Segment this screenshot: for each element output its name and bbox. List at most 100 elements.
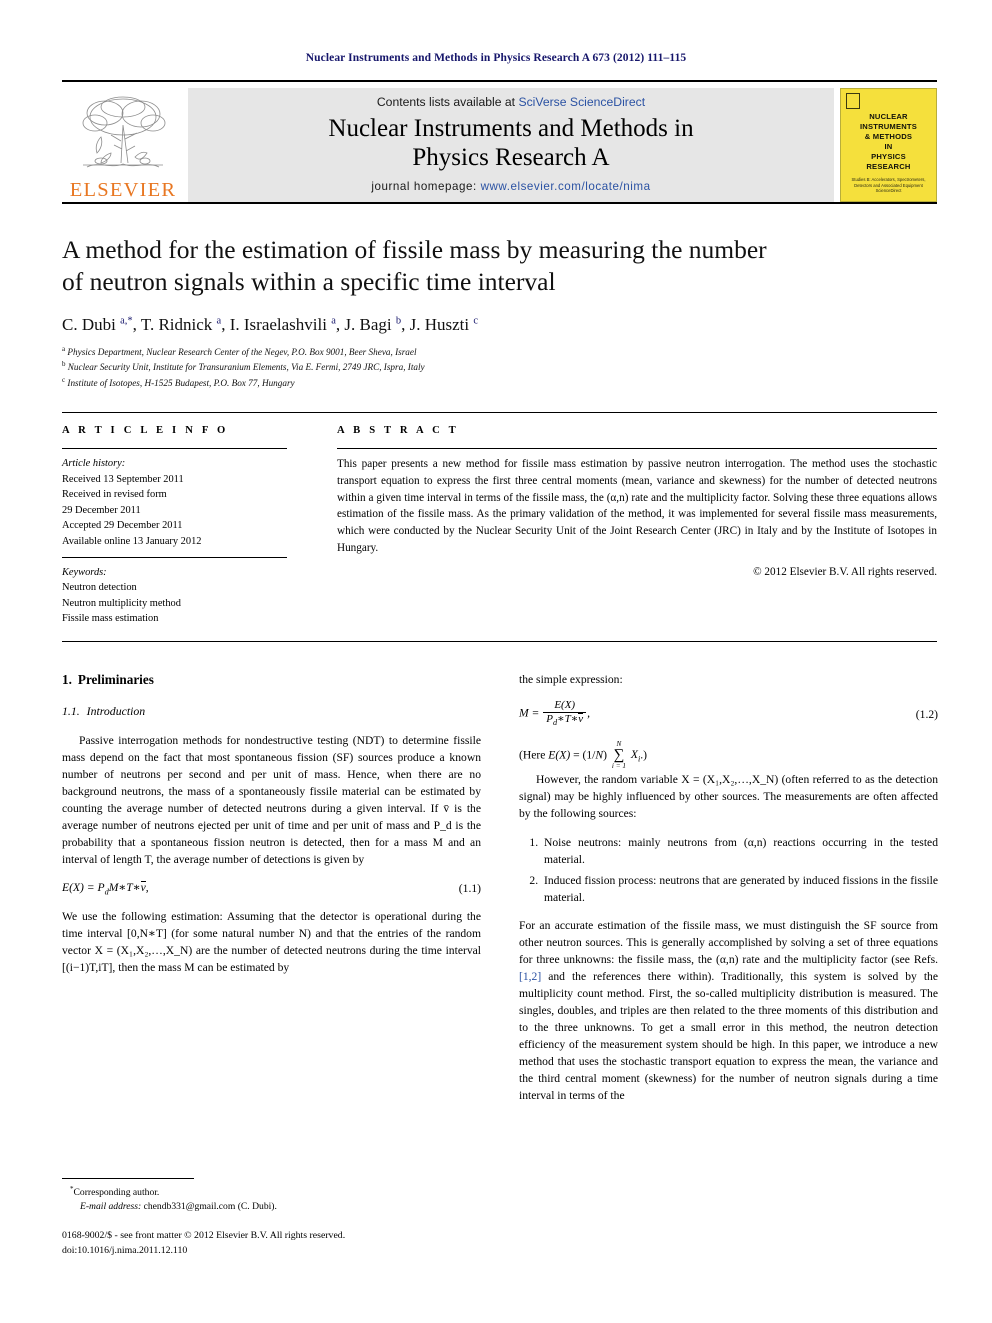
- equation-number: (1.2): [915, 707, 938, 721]
- keyword-item: Neutron detection: [62, 582, 137, 594]
- fraction: E(X) Pd∗T∗v: [543, 699, 587, 728]
- keywords-block: Keywords: Neutron detection Neutron mult…: [62, 565, 287, 627]
- abstract-heading: A B S T R A C T: [337, 424, 459, 436]
- numbered-list: Noise neutrons: mainly neutrons from (α,…: [519, 835, 938, 907]
- cover-title-line: INSTRUMENTS: [859, 122, 918, 132]
- cover-publisher-mark: [846, 93, 860, 109]
- paragraph-part-b: and the references there within). Tradit…: [519, 970, 938, 1103]
- cover-title-line: NUCLEAR: [869, 112, 908, 121]
- list-item: Induced fission process: neutrons that a…: [541, 873, 938, 907]
- doi-line[interactable]: doi:10.1016/j.nima.2011.12.110: [62, 1244, 481, 1258]
- here-note: (Here E(X) = (1/N) N ∑ i = 1 Xi.): [519, 740, 648, 771]
- author-affil-marker: c: [473, 315, 479, 327]
- list-item: Noise neutrons: mainly neutrons from (α,…: [541, 835, 938, 869]
- author-affil-marker: b: [395, 315, 402, 327]
- journal-homepage-line: journal homepage: www.elsevier.com/locat…: [371, 180, 650, 193]
- cover-title: NUCLEAR INSTRUMENTS & METHODS IN PHYSICS…: [860, 112, 917, 172]
- affiliation-item: b Nuclear Security Unit, Institute for T…: [62, 359, 937, 374]
- affiliation-marker: c: [62, 375, 66, 384]
- summation-symbol: N ∑ i = 1: [611, 740, 626, 771]
- title-block: A method for the estimation of fissile m…: [62, 234, 937, 390]
- article-history-item: Received 13 September 2011: [62, 473, 184, 485]
- title-line2: of neutron signals within a specific tim…: [62, 267, 556, 297]
- email-value[interactable]: chendb331@gmail.com (C. Dubi).: [144, 1201, 277, 1212]
- email-note: E-mail address: chendb331@gmail.com (C. …: [62, 1200, 481, 1214]
- footnote-block: *Corresponding author. E-mail address: c…: [62, 1178, 481, 1258]
- journal-title-line2: Physics Research A: [412, 143, 610, 171]
- keyword-item: Fissile mass estimation: [62, 613, 159, 625]
- homepage-prefix: journal homepage:: [371, 180, 481, 193]
- issn-line: 0168-9002/$ - see front matter © 2012 El…: [62, 1230, 346, 1242]
- author-affil-marker: a: [331, 315, 336, 327]
- cover-title-line: & METHODS: [864, 132, 913, 142]
- keywords-rule: [62, 556, 287, 558]
- journal-band: Contents lists available at SciVerse Sci…: [188, 88, 834, 202]
- equation-1-2: M = E(X) Pd∗T∗v , (1.2): [519, 699, 938, 728]
- elsevier-logo: ELSEVIER: [62, 88, 184, 202]
- elsevier-tree-icon: [82, 96, 166, 167]
- paragraph: We use the following estimation: Assumin…: [62, 910, 481, 975]
- subsection-title: Introduction: [86, 704, 146, 719]
- affiliation-marker: b: [62, 360, 66, 369]
- affiliation-text: Nuclear Security Unit, Institute for Tra…: [67, 362, 425, 373]
- masthead-bottom-rule: [62, 202, 937, 204]
- abstract-text: This paper presents a new method for fis…: [337, 457, 937, 554]
- corresponding-label: Corresponding author.: [73, 1187, 160, 1199]
- running-head: Nuclear Instruments and Methods in Physi…: [305, 52, 687, 64]
- cover-title-line: PHYSICS: [871, 152, 906, 162]
- sciencedirect-link[interactable]: SciVerse ScienceDirect: [518, 95, 645, 109]
- affiliation-text: Institute of Isotopes, H-1525 Budapest, …: [67, 377, 295, 388]
- article-history-item: Accepted 29 December 2011: [62, 520, 183, 532]
- article-history-label: Article history:: [62, 457, 126, 469]
- author-affil-marker: a: [216, 315, 222, 327]
- body-columns: 1. Preliminaries 1.1. Introduction Passiv…: [62, 672, 938, 1116]
- cover-title-line: RESEARCH: [866, 162, 911, 172]
- subsection-heading-1-1: 1.1. Introduction: [62, 704, 481, 719]
- paragraph: For an accurate estimation of the fissil…: [519, 918, 938, 1105]
- paragraph: Passive interrogation methods for nondes…: [62, 734, 481, 866]
- equation-number: (1.1): [458, 881, 481, 895]
- title-line1: A method for the estimation of fissile m…: [62, 235, 767, 264]
- author-list: C. Dubi a,*, T. Ridnick a, I. Israelashv…: [62, 314, 479, 334]
- reference-citation[interactable]: [1,2]: [519, 970, 541, 983]
- email-label: E-mail address:: [80, 1200, 142, 1212]
- equation-body: M = E(X) Pd∗T∗v ,: [519, 699, 591, 728]
- abstract-column: A B S T R A C T This paper presents a ne…: [307, 425, 937, 627]
- equation-body: E(X) = PdM∗T∗v,: [62, 880, 149, 897]
- affiliation-item: a Physics Department, Nuclear Research C…: [62, 344, 937, 359]
- affiliation-marker: a: [62, 344, 66, 353]
- affiliation-list: a Physics Department, Nuclear Research C…: [62, 344, 937, 390]
- footnote-rule: [62, 1178, 194, 1179]
- body-column-right: the simple expression: M = E(X) Pd∗T∗v ,…: [519, 672, 938, 1116]
- page-title: A method for the estimation of fissile m…: [62, 234, 937, 299]
- article-info-column: A R T I C L E I N F O Article history: R…: [62, 425, 307, 627]
- abstract-copyright: © 2012 Elsevier B.V. All rights reserved…: [753, 565, 937, 578]
- section-heading-1: 1. Preliminaries: [62, 672, 481, 688]
- cover-footer: ScienceDirect: [875, 188, 902, 193]
- section-number: 1.: [62, 672, 72, 688]
- body-column-left: 1. Preliminaries 1.1. Introduction Passiv…: [62, 672, 481, 1116]
- elsevier-wordmark: ELSEVIER: [69, 178, 177, 201]
- keyword-item: Neutron multiplicity method: [62, 597, 181, 609]
- paragraph: the simple expression:: [519, 673, 623, 687]
- journal-homepage-link[interactable]: www.elsevier.com/locate/nima: [481, 180, 651, 193]
- equation-1-1: E(X) = PdM∗T∗v, (1.1): [62, 880, 481, 896]
- info-abstract-band: A R T I C L E I N F O Article history: R…: [62, 411, 937, 643]
- cover-title-line: IN: [884, 142, 893, 152]
- journal-title: Nuclear Instruments and Methods in Physi…: [328, 115, 693, 172]
- article-history-item: 29 December 2011: [62, 504, 141, 516]
- affiliation-item: c Institute of Isotopes, H-1525 Budapest…: [62, 375, 937, 390]
- article-info-heading: A R T I C L E I N F O: [62, 424, 229, 436]
- keywords-label: Keywords:: [62, 566, 107, 578]
- affiliation-text: Physics Department, Nuclear Research Cen…: [67, 346, 417, 357]
- paragraph-part-a: For an accurate estimation of the fissil…: [519, 919, 938, 967]
- section-title: Preliminaries: [77, 672, 154, 688]
- abstract-rule: [337, 447, 937, 449]
- article-info-rule: [62, 447, 287, 449]
- article-history-item: Available online 13 January 2012: [62, 536, 202, 548]
- author-affil-marker: a,*: [120, 315, 133, 327]
- imprint-block: 0168-9002/$ - see front matter © 2012 El…: [62, 1229, 481, 1257]
- cover-subtitle: Studies B: Accelerators, Spectrometers, …: [851, 177, 926, 188]
- journal-cover-thumbnail[interactable]: NUCLEAR INSTRUMENTS & METHODS IN PHYSICS…: [840, 88, 937, 202]
- corresponding-author-note: *Corresponding author.: [62, 1185, 481, 1200]
